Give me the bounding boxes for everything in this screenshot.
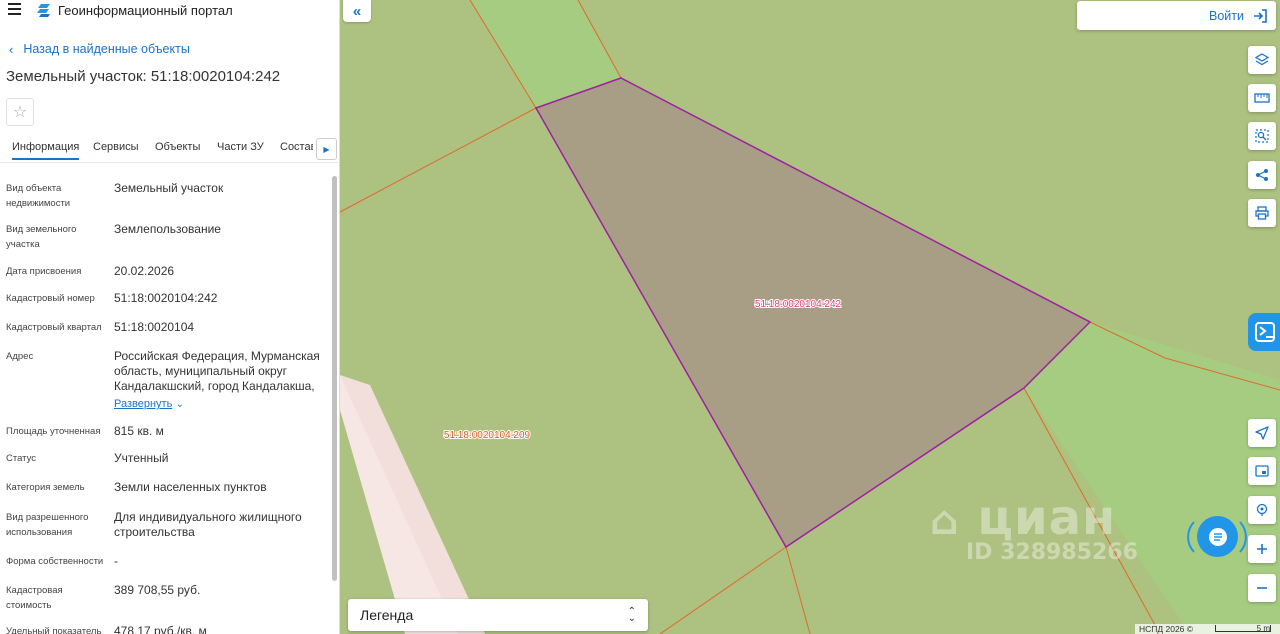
- zoom-out-button[interactable]: [1248, 574, 1276, 602]
- back-to-results-link[interactable]: ‹ Назад в найденные объекты: [9, 40, 190, 58]
- search-area-icon: [1255, 129, 1269, 143]
- selected-parcel-label: 51:18:0020104:242: [755, 299, 842, 310]
- measure-button[interactable]: [1248, 84, 1276, 112]
- minimap-button[interactable]: [1248, 457, 1276, 485]
- property-label: Кадастровый квартал: [6, 322, 102, 333]
- zoom-in-icon: [1257, 544, 1267, 554]
- page-title: Земельный участок: 51:18:0020104:242: [6, 68, 281, 85]
- property-label: Вид объекта недвижимости: [6, 183, 71, 209]
- ruler-icon: [1254, 93, 1270, 103]
- geolocation-icon: [1256, 503, 1268, 516]
- property-label: Кадастровая стоимость: [6, 585, 63, 611]
- property-value: Для индивидуального жилищного строительс…: [114, 510, 302, 539]
- property-label: Кадастровый номер: [6, 293, 95, 304]
- caret-right-icon: ▶: [323, 144, 330, 154]
- scale-bar: 5 m: [1215, 624, 1271, 633]
- property-value: 389 708,55 руб.: [114, 583, 201, 597]
- property-label: Дата присвоения: [6, 266, 82, 277]
- neighbor-parcel-label: 51:18:0020104:209: [444, 430, 531, 441]
- property-label: Форма собственности: [6, 556, 104, 567]
- login-label: Войти: [1209, 8, 1244, 23]
- share-button[interactable]: [1248, 161, 1276, 189]
- app-header: Геоинформационный портал: [0, 0, 339, 22]
- property-value: Российская Федерация, Мурманская область…: [114, 349, 324, 412]
- property-value: 20.02.2026: [114, 264, 175, 278]
- property-value: Земельный участок: [114, 181, 224, 195]
- locate-icon: [1255, 426, 1269, 440]
- scale-label: 5 m: [1256, 624, 1270, 633]
- property-label: Вид земельного участка: [6, 224, 77, 250]
- map-graphics: 51:18:0020104:242 51:18:0020104:209: [340, 0, 1280, 634]
- login-button[interactable]: Войти: [1077, 1, 1276, 30]
- external-service-button[interactable]: [1248, 313, 1280, 351]
- chat-widget[interactable]: [1186, 512, 1248, 562]
- scrollbar-thumb[interactable]: [332, 176, 337, 581]
- attribution-text: НСПД 2026 ©: [1139, 624, 1194, 634]
- tab-information[interactable]: Информация: [12, 141, 80, 160]
- expand-address-link[interactable]: Развернуть: [114, 398, 172, 410]
- double-chevron-left-icon: «: [352, 2, 362, 20]
- back-label: Назад в найденные объекты: [23, 42, 190, 56]
- sidebar-scrollbar[interactable]: [331, 172, 338, 634]
- favorite-button[interactable]: ☆: [6, 98, 34, 126]
- property-value: Землепользование: [114, 222, 221, 236]
- zoom-out-icon: [1257, 587, 1267, 589]
- share-icon: [1256, 169, 1268, 181]
- property-label: Вид разрешенного использования: [6, 512, 89, 538]
- property-label: Категория земель: [6, 482, 85, 493]
- up-down-chevron-icon: ⌃ ⌄: [627, 606, 636, 624]
- tab-parts[interactable]: Части ЗУ: [217, 141, 264, 153]
- print-button[interactable]: [1248, 199, 1276, 227]
- locate-button[interactable]: [1248, 419, 1276, 447]
- portal-title: Геоинформационный портал: [58, 3, 233, 18]
- property-value: 815 кв. м: [114, 424, 164, 438]
- login-icon: [1254, 8, 1267, 23]
- star-icon: ☆: [12, 104, 28, 121]
- app-root: 51:18:0020104:242 51:18:0020104:209 ⌂ ци…: [0, 0, 1280, 634]
- tab-objects[interactable]: Объекты: [155, 141, 200, 153]
- legend-label: Легенда: [360, 607, 414, 623]
- info-tabs: Информация Сервисы Объекты Части ЗУ Сост…: [0, 137, 339, 163]
- tabs-scroll-right-button[interactable]: ▶: [316, 138, 337, 160]
- map-attribution: НСПД 2026 © 5 m: [1135, 624, 1280, 634]
- print-icon: [1255, 206, 1269, 220]
- chat-button[interactable]: [1197, 516, 1238, 557]
- property-list: Вид объекта недвижимости Земельный участ…: [0, 172, 330, 634]
- zoom-in-button[interactable]: [1248, 535, 1276, 563]
- property-label: Площадь уточненная: [6, 426, 101, 437]
- collapse-sidebar-button[interactable]: «: [343, 0, 371, 22]
- tab-services[interactable]: Сервисы: [93, 141, 139, 153]
- layers-icon: [1255, 53, 1269, 66]
- tab-composition[interactable]: Состав: [280, 141, 313, 153]
- portal-logo-icon: [37, 4, 50, 17]
- property-value: 478,17 руб./кв. м: [114, 624, 207, 634]
- chat-bubble-icon: [1208, 527, 1227, 546]
- chevron-left-icon: ‹: [9, 41, 14, 57]
- property-value: 51:18:0020104: [114, 320, 195, 334]
- property-label: Удельный показатель: [6, 626, 102, 634]
- layers-button[interactable]: [1248, 46, 1276, 74]
- property-label: Адрес: [6, 351, 34, 362]
- property-value: Земли населенных пунктов: [114, 480, 267, 494]
- hamburger-menu-icon[interactable]: [8, 3, 22, 17]
- map-document-icon: [1255, 322, 1275, 342]
- minimap-icon: [1255, 465, 1269, 477]
- address-text: Российская Федерация, Мурманская область…: [114, 349, 320, 393]
- property-value: Учтенный: [114, 451, 169, 465]
- area-search-button[interactable]: [1248, 122, 1276, 150]
- info-sidebar: Геоинформационный портал ‹ Назад в найде…: [0, 0, 340, 634]
- map-canvas[interactable]: 51:18:0020104:242 51:18:0020104:209: [340, 0, 1280, 634]
- property-value: -: [114, 554, 118, 568]
- geolocation-button[interactable]: [1248, 496, 1276, 524]
- property-value: 51:18:0020104:242: [114, 291, 218, 305]
- chevron-down-icon: ⌄: [175, 399, 185, 410]
- property-label: Статус: [6, 453, 37, 464]
- legend-dropdown[interactable]: Легенда ⌃ ⌄: [348, 599, 648, 631]
